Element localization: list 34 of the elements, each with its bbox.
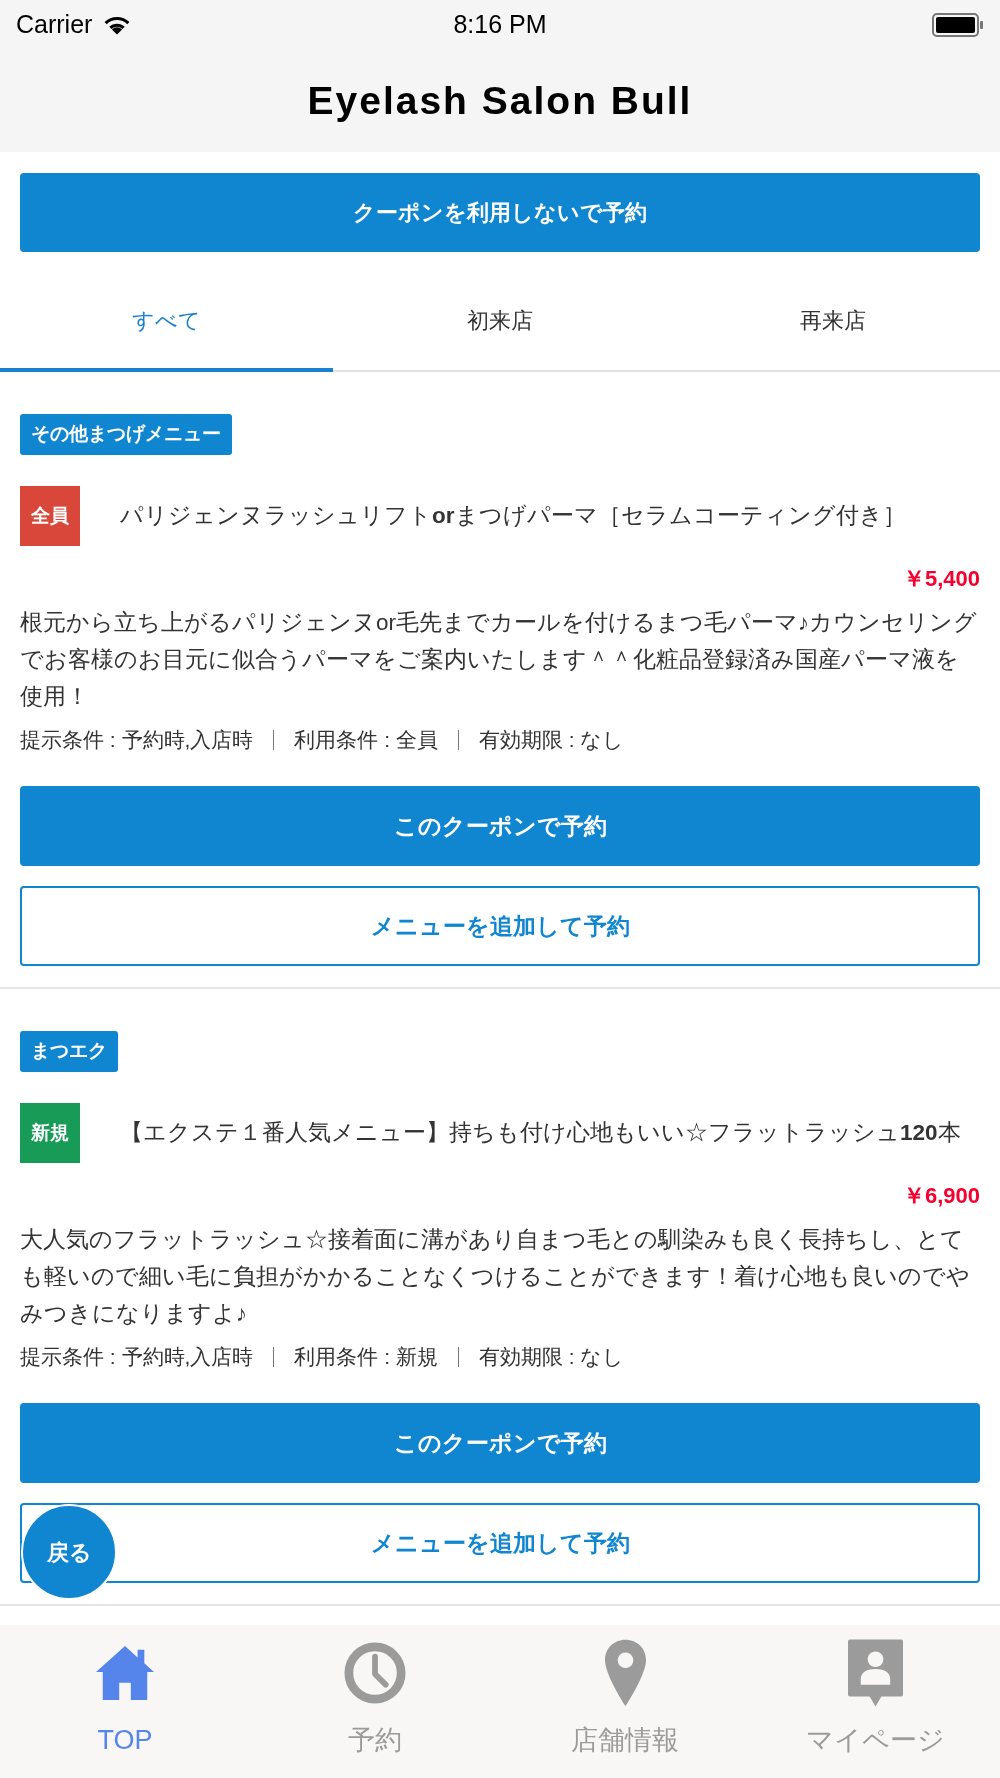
filter-tab[interactable]: すべて	[0, 272, 334, 372]
coupon-condition: 有効期限 : なし	[478, 727, 625, 753]
status-time: 8:16 PM	[453, 9, 547, 41]
bottom-tab[interactable]: 店舗情報	[500, 1625, 750, 1778]
battery-icon	[932, 13, 984, 37]
coupon-price: ￥5,400	[902, 566, 980, 592]
target-badge: 新規	[20, 1103, 80, 1163]
coupon-condition: 利用条件 : 全員	[294, 727, 438, 753]
carrier-label: Carrier	[16, 9, 93, 41]
reserve-with-coupon-button[interactable]: このクーポンで予約	[20, 786, 980, 866]
clock-icon	[344, 1642, 406, 1704]
coupon-condition: 利用条件 : 新規	[294, 1344, 438, 1370]
app-title: Eyelash Salon Bull	[307, 77, 693, 124]
coupon-condition: 有効期限 : なし	[478, 1344, 625, 1370]
coupon-description: 大人気のフラットラッシュ☆接着面に溝があり自まつ毛との馴染みも良く長持ちし、とても軽いので細い毛に負担がかかることなくつけることができます！着け心地も良いのでやみつきになりますよ♪	[20, 1226, 971, 1328]
map-pin-icon	[604, 1639, 646, 1707]
category-tag: まつエク	[20, 1031, 118, 1072]
coupon-condition: 提示条件 : 予約時,入店時	[20, 727, 254, 753]
coupon-title: 【エクステ１番人気メニュー】持ちも付け心地もいい☆フラットラッシュ120本	[120, 1119, 961, 1147]
coupon-condition: 提示条件 : 予約時,入店時	[20, 1344, 254, 1370]
home-icon	[96, 1645, 154, 1701]
profile-card-icon	[847, 1639, 903, 1707]
target-badge: 全員	[20, 486, 80, 546]
bottom-tab[interactable]: マイページ	[750, 1625, 1000, 1778]
category-tag: その他まつげメニュー	[20, 414, 232, 455]
filter-tab[interactable]: 初来店	[333, 272, 667, 372]
bottom-tab[interactable]: TOP	[0, 1625, 250, 1778]
reserve-with-coupon-button[interactable]: このクーポンで予約	[20, 1403, 980, 1483]
filter-tab[interactable]: 再来店	[666, 272, 1000, 372]
coupon-description: 根元から立ち上がるパリジェンヌor毛先までカールを付けるまつ毛パーマ♪カウンセリングでお客様のお目元に似合うパーマをご案内いたします＾＾化粧品登録済み国産パーマ液を使用！	[20, 609, 979, 711]
coupon-price: ￥6,900	[902, 1183, 980, 1209]
reserve-without-coupon-button[interactable]: クーポンを利用しないで予約	[20, 173, 980, 252]
add-menu-button[interactable]: メニューを追加して予約	[20, 886, 980, 966]
bottom-tab[interactable]: 予約	[250, 1625, 500, 1778]
